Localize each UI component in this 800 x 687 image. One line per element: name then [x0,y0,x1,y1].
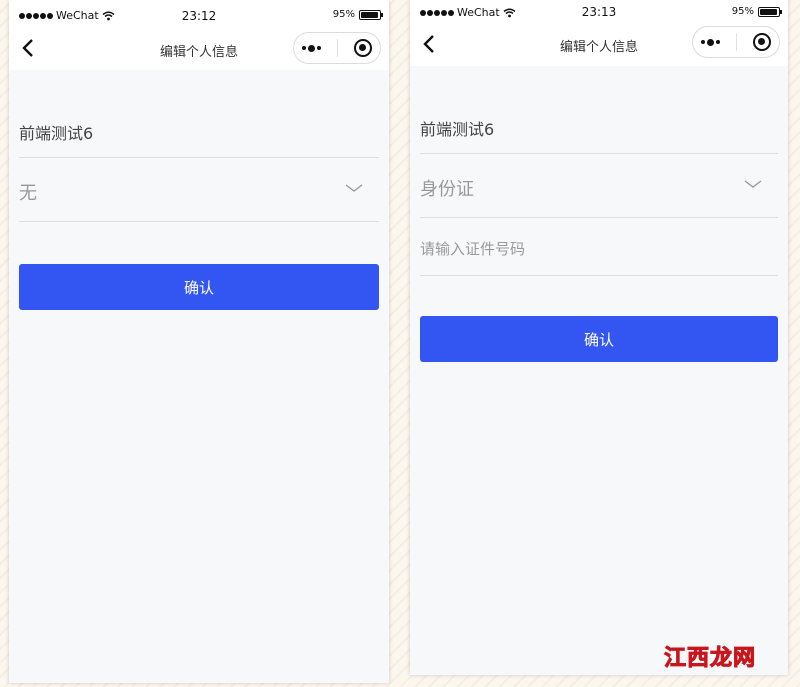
close-target-icon[interactable] [354,39,372,57]
id-number-placeholder: 请输入证件号码 [420,240,526,258]
name-row: 前端测试6 [19,70,379,158]
phone-screen-left: WeChat 23:12 95% 编辑个人信息 前端测试6 无 确认 [9,0,389,683]
battery-percent: 95% [731,6,754,17]
battery-percent: 95% [332,9,355,20]
chevron-down-icon [345,184,363,192]
top-bar: WeChat 23:13 95% 编辑个人信息 [410,0,788,66]
profile-form: 前端测试6 身份证 请输入证件号码 [410,66,788,276]
battery: 95% [332,9,383,20]
more-icon[interactable] [701,38,720,46]
name-value: 前端测试6 [19,124,94,143]
battery: 95% [731,6,782,17]
more-icon[interactable] [302,44,321,52]
confirm-button[interactable]: 确认 [420,316,778,362]
name-row: 前端测试6 [420,66,778,154]
battery-icon [359,9,383,20]
nav-bar: 编辑个人信息 [9,30,389,70]
status-bar: WeChat 23:12 95% [9,0,389,30]
name-value: 前端测试6 [420,120,495,139]
watermark-logo: 江西龙网 [663,646,757,672]
mini-program-capsule [293,32,381,64]
battery-icon [758,6,782,17]
nav-bar: 编辑个人信息 [410,26,788,66]
id-type-select[interactable]: 身份证 [420,154,778,218]
close-target-icon[interactable] [753,33,771,51]
capsule-divider [337,39,338,57]
status-bar: WeChat 23:13 95% [410,0,788,26]
profile-form: 前端测试6 无 [9,70,389,222]
top-bar: WeChat 23:12 95% 编辑个人信息 [9,0,389,70]
id-type-select[interactable]: 无 [19,158,379,222]
id-type-value: 无 [19,183,37,204]
id-number-input[interactable]: 请输入证件号码 [420,218,778,276]
id-type-value: 身份证 [420,179,474,200]
mini-program-capsule [692,26,780,58]
capsule-divider [736,33,737,51]
confirm-button[interactable]: 确认 [19,264,379,310]
phone-screen-right: WeChat 23:13 95% 编辑个人信息 前端测试6 身份证 请输入证件号… [410,0,788,675]
chevron-down-icon [744,180,762,188]
